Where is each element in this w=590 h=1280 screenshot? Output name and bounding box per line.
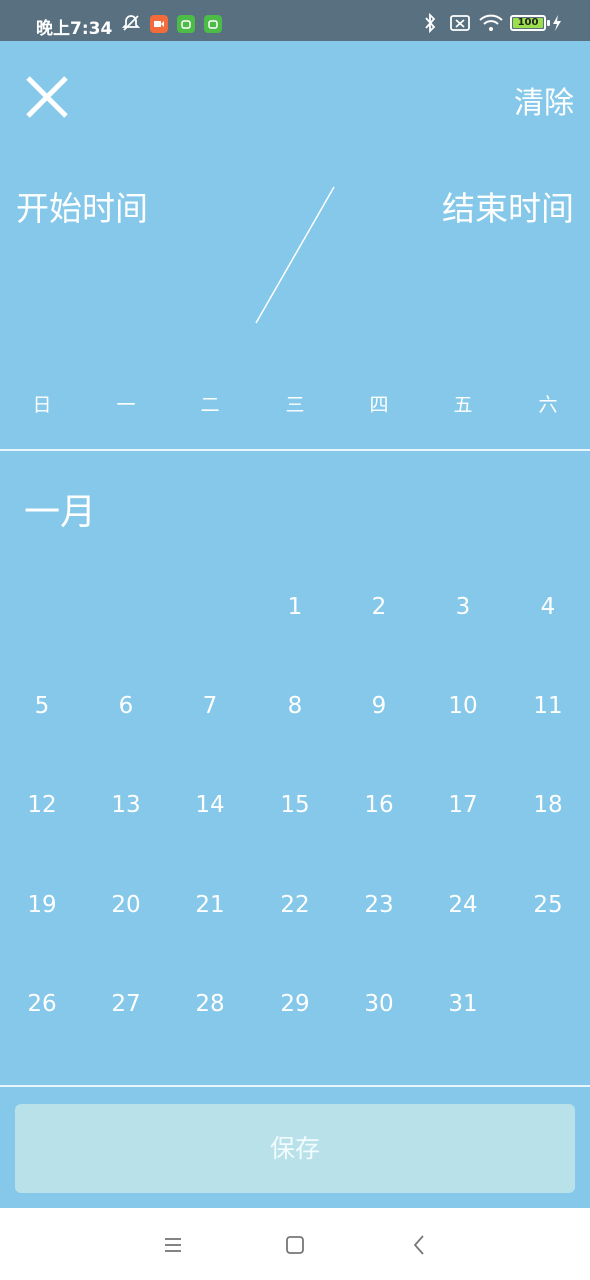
close-button[interactable] bbox=[24, 74, 70, 120]
day-cell bbox=[0, 587, 84, 627]
day-cell[interactable]: 4 bbox=[506, 587, 590, 627]
save-button[interactable]: 保存 bbox=[15, 1104, 575, 1193]
android-app-icon bbox=[177, 15, 195, 33]
day-cell[interactable]: 5 bbox=[0, 686, 84, 726]
weekday-sun: 日 bbox=[32, 394, 52, 416]
day-cell[interactable]: 15 bbox=[253, 785, 337, 825]
range-divider-slash bbox=[255, 186, 335, 324]
alarm-off-icon bbox=[121, 13, 141, 37]
day-cell[interactable]: 6 bbox=[84, 686, 168, 726]
day-cell[interactable]: 13 bbox=[84, 785, 168, 825]
day-cell[interactable]: 9 bbox=[337, 686, 421, 726]
day-cell[interactable]: 19 bbox=[0, 885, 84, 925]
weekday-wed: 三 bbox=[285, 394, 305, 416]
day-cell[interactable]: 23 bbox=[337, 885, 421, 925]
day-cell[interactable]: 27 bbox=[84, 984, 168, 1024]
day-cell[interactable]: 29 bbox=[253, 984, 337, 1024]
weekday-fri: 五 bbox=[453, 394, 473, 416]
wifi-icon bbox=[478, 13, 504, 37]
android-app-icon bbox=[204, 15, 222, 33]
day-cell[interactable]: 30 bbox=[337, 984, 421, 1024]
weekday-header: 日 一 二 三 四 五 六 bbox=[0, 390, 590, 422]
day-cell[interactable]: 26 bbox=[0, 984, 84, 1024]
day-cell[interactable]: 2 bbox=[337, 587, 421, 627]
day-cell[interactable]: 24 bbox=[421, 885, 505, 925]
back-icon[interactable] bbox=[404, 1230, 434, 1260]
day-cell[interactable]: 31 bbox=[421, 984, 505, 1024]
day-cell[interactable]: 8 bbox=[253, 686, 337, 726]
day-cell[interactable]: 25 bbox=[506, 885, 590, 925]
weekday-sat: 六 bbox=[538, 394, 558, 416]
day-cell[interactable]: 1 bbox=[253, 587, 337, 627]
home-icon[interactable] bbox=[280, 1230, 310, 1260]
sim-off-icon bbox=[449, 13, 471, 37]
footer-divider bbox=[0, 1085, 590, 1087]
system-nav-bar bbox=[0, 1208, 590, 1280]
battery-tip bbox=[547, 20, 550, 26]
day-cell[interactable]: 16 bbox=[337, 785, 421, 825]
bluetooth-icon bbox=[421, 12, 439, 37]
month-title: 一月 bbox=[24, 492, 97, 533]
status-time: 晚上7:34 bbox=[36, 19, 113, 39]
day-cell[interactable]: 20 bbox=[84, 885, 168, 925]
menu-icon[interactable] bbox=[158, 1230, 188, 1260]
start-time-label[interactable]: 开始时间 bbox=[16, 182, 148, 230]
day-cell[interactable]: 28 bbox=[168, 984, 252, 1024]
video-app-icon bbox=[150, 15, 168, 33]
header-divider bbox=[0, 449, 590, 451]
status-bar: 晚上7:34 100 bbox=[0, 0, 590, 41]
day-cell[interactable]: 10 bbox=[421, 686, 505, 726]
day-cell[interactable]: 18 bbox=[506, 785, 590, 825]
day-cell[interactable]: 11 bbox=[506, 686, 590, 726]
day-cell[interactable]: 22 bbox=[253, 885, 337, 925]
day-cell[interactable]: 3 bbox=[421, 587, 505, 627]
battery-icon: 100 bbox=[510, 15, 546, 31]
weekday-tue: 二 bbox=[200, 394, 220, 416]
day-cell[interactable]: 21 bbox=[168, 885, 252, 925]
day-cell[interactable]: 17 bbox=[421, 785, 505, 825]
day-cell[interactable]: 12 bbox=[0, 785, 84, 825]
day-cell bbox=[506, 984, 590, 1024]
day-cell[interactable]: 14 bbox=[168, 785, 252, 825]
day-cell[interactable]: 7 bbox=[168, 686, 252, 726]
clear-button[interactable]: 清除 bbox=[514, 78, 574, 122]
day-cell bbox=[84, 587, 168, 627]
day-cell bbox=[168, 587, 252, 627]
weekday-mon: 一 bbox=[116, 394, 136, 416]
charging-icon bbox=[551, 13, 563, 37]
close-icon bbox=[26, 76, 68, 118]
weekday-thu: 四 bbox=[369, 394, 389, 416]
end-time-label[interactable]: 结束时间 bbox=[442, 182, 574, 230]
